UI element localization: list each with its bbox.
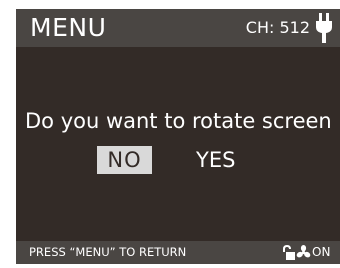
confirm-question: Do you want to rotate screen [25,109,332,133]
footer-bar: PRESS “MENU” TO RETURN ON [16,241,340,264]
no-button[interactable]: NO [97,146,152,174]
return-hint: PRESS “MENU” TO RETURN [29,245,187,259]
fan-icon [296,245,311,258]
device-screen: MENU CH: 512 Do you want to rotate scree… [16,9,340,264]
menu-title: MENU [30,13,107,42]
fan-state: ON [312,245,331,259]
channel-indicator: CH: 512 [245,18,310,37]
plug-icon [316,13,332,43]
header-bar: MENU CH: 512 [16,9,340,47]
unlocked-padlock-icon [283,245,295,260]
yes-button[interactable]: YES [196,146,235,174]
